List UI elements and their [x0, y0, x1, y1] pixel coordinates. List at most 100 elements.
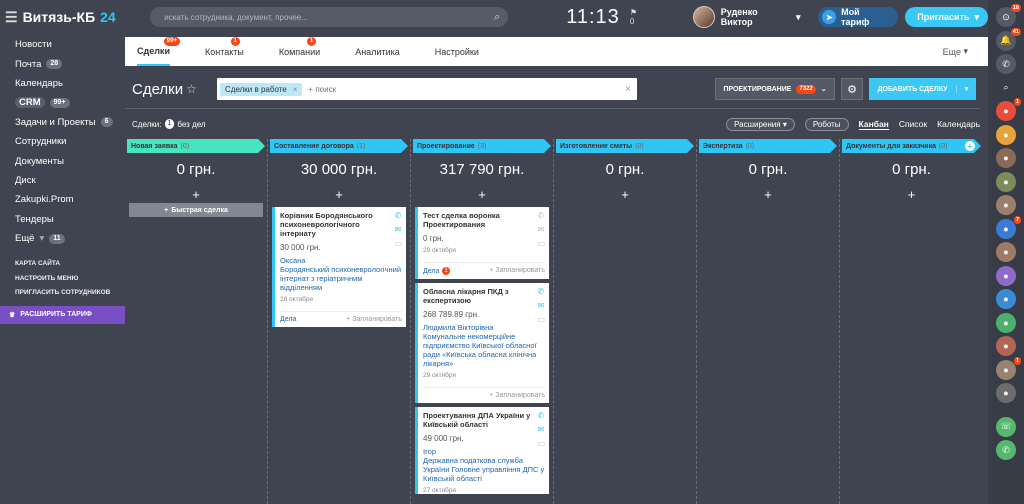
chat-icon[interactable]: ▭	[394, 239, 402, 248]
deal-title[interactable]: Проектування ДПА України у Київській обл…	[423, 411, 535, 429]
add-deal-plus[interactable]: +	[842, 187, 981, 203]
add-deal-plus[interactable]: +	[556, 187, 694, 203]
add-deal-plus[interactable]: +	[699, 187, 837, 203]
summary-count[interactable]: 1	[164, 119, 175, 129]
view-calendar[interactable]: Календарь	[937, 119, 980, 129]
mail-icon[interactable]: ✉	[537, 425, 545, 434]
flag-counter[interactable]: ⚑ 0	[630, 8, 644, 26]
burger-icon[interactable]: ☰	[5, 9, 18, 26]
star-icon[interactable]: ☆	[186, 82, 197, 96]
deal-card[interactable]: ✆ ✉ ▭ Обласна лікарня ПКД з експертизою 26…	[415, 283, 549, 403]
column-header[interactable]: Проектирование (3)	[413, 139, 551, 153]
invite-employees-link[interactable]: ПРИГЛАСИТЬ СОТРУДНИКОВ	[0, 285, 125, 300]
deal-card[interactable]: ✆ ✉ ▭ Тест сделка воронка Проектирования 0…	[415, 207, 549, 279]
schedule-link[interactable]: + Запланировать	[346, 316, 402, 323]
tab-settings[interactable]: Настройки	[435, 37, 479, 66]
menu-item-documents[interactable]: Документы	[0, 151, 125, 170]
column-header[interactable]: Новая заявка (0)	[127, 139, 265, 153]
chat-icon[interactable]: ▭	[537, 315, 545, 324]
menu-item-tasks[interactable]: Задачи и Проекты 6	[0, 113, 125, 132]
tab-companies[interactable]: Компании 1	[279, 37, 320, 66]
chat-avatar[interactable]: ● 7	[996, 215, 1021, 239]
deal-activities-link[interactable]: Дела	[280, 316, 296, 323]
chat-avatar[interactable]: ●	[996, 265, 1016, 286]
notifications-icon[interactable]: ⊙ 18	[996, 4, 1021, 27]
phone-icon[interactable]: ✆	[394, 211, 402, 220]
tab-deals[interactable]: Сделки 99+	[137, 37, 180, 66]
phone-icon[interactable]: ✆	[537, 287, 545, 296]
deal-title[interactable]: Корівник Бородянського психоневрологічно…	[280, 211, 392, 238]
chat-icon[interactable]: ▭	[537, 239, 545, 248]
pipeline-select-button[interactable]: ПРОЕКТИРОВАНИЕ 7322 ⌄	[715, 78, 835, 100]
add-deal-button[interactable]: ДОБАВИТЬ СДЕЛКУ ▾	[869, 78, 976, 100]
chat-avatar[interactable]: ●	[996, 336, 1016, 356]
mail-icon[interactable]: ✉	[537, 301, 545, 310]
column-header[interactable]: Составление договора (1)	[270, 139, 408, 153]
menu-item-zakupki[interactable]: Zakupki.Prom	[0, 190, 125, 209]
invite-button[interactable]: Пригласить ▾	[905, 7, 988, 27]
deal-card[interactable]: ✆ ✉ ▭ Корівник Бородянського психоневролог…	[272, 207, 406, 327]
menu-item-calendar[interactable]: Календарь	[0, 74, 125, 93]
chat-avatar[interactable]: ● 1	[996, 98, 1021, 121]
phone-icon[interactable]: ✆	[996, 54, 1016, 74]
phone-icon[interactable]: ✆	[537, 211, 545, 220]
deal-card[interactable]: ✆ ✉ ▭ Проектування ДПА України у Київській…	[415, 407, 549, 494]
chat-avatar[interactable]: ●	[996, 383, 1016, 403]
bell-icon[interactable]: 🔔 41	[996, 27, 1021, 51]
filter-search[interactable]: Сделки в работе × ×	[217, 78, 637, 100]
add-deal-plus[interactable]: +	[127, 187, 265, 203]
schedule-link[interactable]: + Запланировать	[489, 392, 545, 399]
add-deal-plus[interactable]: +	[270, 187, 408, 203]
chat-avatar[interactable]: ●	[996, 124, 1016, 145]
quick-deal-button[interactable]: + Быстрая сделка	[129, 203, 263, 217]
tabs-more-button[interactable]: Еще ▾	[943, 37, 968, 66]
menu-item-more[interactable]: Ещё ▾ 11	[0, 229, 125, 248]
sitemap-link[interactable]: КАРТА САЙТА	[0, 256, 125, 271]
deal-client[interactable]: Оксана Бородянський психоневрологічний і…	[280, 256, 402, 292]
menu-item-crm[interactable]: CRM 99+	[0, 93, 125, 112]
open-lines-icon[interactable]: ☏	[996, 416, 1016, 437]
menu-item-disk[interactable]: Диск	[0, 171, 125, 190]
chat-avatar[interactable]: ●	[996, 289, 1016, 309]
chat-avatar[interactable]: ●	[996, 195, 1016, 215]
tab-contacts[interactable]: Контакты 1	[205, 37, 244, 66]
filter-chip[interactable]: Сделки в работе ×	[220, 82, 303, 96]
mail-icon[interactable]: ✉	[537, 225, 545, 234]
portal-logo[interactable]: ☰ Витязь-КБ 24	[0, 9, 120, 26]
user-menu[interactable]: Руденко Виктор ▾	[693, 6, 800, 28]
clock[interactable]: 11:13	[566, 6, 620, 29]
schedule-link[interactable]: + Запланировать	[489, 267, 545, 275]
chevron-down-icon[interactable]: ▾	[956, 85, 976, 93]
mail-icon[interactable]: ✉	[394, 225, 402, 234]
menu-item-employees[interactable]: Сотрудники	[0, 132, 125, 151]
search-icon[interactable]: ⌕	[494, 11, 500, 24]
menu-item-mail[interactable]: Почта 28	[0, 54, 125, 73]
column-header[interactable]: Изготовление сметы (0)	[556, 139, 694, 153]
add-column-button[interactable]: +	[965, 141, 975, 151]
menu-item-news[interactable]: Новости	[0, 35, 125, 54]
configure-menu-link[interactable]: НАСТРОИТЬ МЕНЮ	[0, 271, 125, 286]
tab-analytics[interactable]: Аналитика	[355, 37, 400, 66]
settings-button[interactable]: ⚙	[841, 78, 863, 100]
search-icon[interactable]: ⌕	[996, 78, 1016, 98]
column-header[interactable]: Экспертиза (0)	[699, 139, 837, 153]
column-header[interactable]: Документы для заказчика (0) +	[842, 139, 981, 153]
clear-icon[interactable]: ×	[625, 84, 631, 95]
view-kanban[interactable]: Канбан	[858, 119, 889, 130]
view-list[interactable]: Список	[899, 119, 927, 129]
extensions-button[interactable]: Расширения ▾	[726, 117, 795, 131]
my-tariff-button[interactable]: ➤ Мой тариф	[818, 7, 899, 27]
call-icon[interactable]: ✆	[996, 440, 1016, 460]
deal-client[interactable]: Ігор Державна податкова служба України Г…	[423, 447, 545, 483]
global-search[interactable]: ⌕	[150, 7, 509, 27]
robots-button[interactable]: Роботы	[804, 117, 849, 131]
chat-icon[interactable]: ▭	[537, 439, 545, 448]
chat-avatar[interactable]: ●	[996, 242, 1016, 262]
close-icon[interactable]: ×	[293, 85, 298, 94]
search-input[interactable]	[164, 12, 495, 22]
deal-title[interactable]: Тест сделка воронка Проектирования	[423, 211, 535, 229]
phone-icon[interactable]: ✆	[537, 411, 545, 420]
chat-avatar[interactable]: ●	[996, 148, 1016, 168]
chat-avatar[interactable]: ● 1	[996, 356, 1021, 380]
deal-activities-link[interactable]: Дела 1	[423, 267, 450, 275]
